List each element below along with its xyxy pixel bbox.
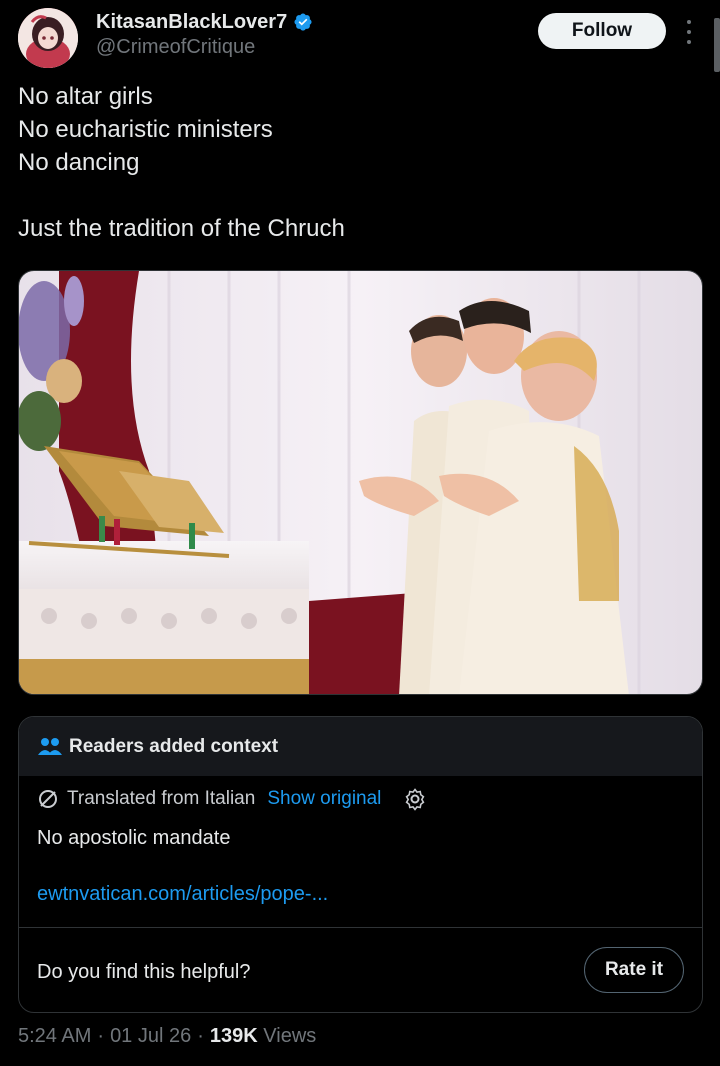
- views-count: 139K: [209, 1025, 258, 1047]
- helpful-question: Do you find this helpful?: [37, 961, 251, 983]
- separator: ·: [97, 1025, 105, 1047]
- author-names: KitasanBlackLover7 @CrimeofCritique: [96, 10, 313, 60]
- photo-illustration: [19, 271, 702, 694]
- scrollbar[interactable]: [714, 18, 720, 72]
- show-original-link[interactable]: Show original: [267, 788, 381, 810]
- translation-row: Translated from Italian Show original: [37, 787, 427, 811]
- translate-icon: [39, 790, 57, 808]
- tweet-time[interactable]: 5:24 AM: [18, 1025, 91, 1048]
- tweet-header: KitasanBlackLover7 @CrimeofCritique Foll…: [18, 6, 708, 70]
- separator: ·: [197, 1025, 204, 1047]
- translated-from-label: Translated from Italian: [67, 788, 256, 809]
- community-note-title: Readers added context: [69, 735, 279, 757]
- follow-button[interactable]: Follow: [538, 13, 666, 49]
- tweet-line: Just the tradition of the Chruch: [18, 215, 345, 242]
- tweet-date[interactable]: 01 Jul 26: [110, 1025, 191, 1048]
- gear-icon[interactable]: [403, 787, 427, 811]
- tweet-text: No altar girls No eucharistic ministers …: [18, 80, 698, 245]
- tweet-photo[interactable]: [18, 270, 703, 695]
- author-handle[interactable]: @CrimeofCritique: [96, 34, 313, 60]
- avatar[interactable]: [18, 8, 78, 68]
- more-vertical-icon[interactable]: [682, 20, 696, 44]
- rate-it-button[interactable]: Rate it: [584, 947, 684, 993]
- tweet-line: No dancing: [18, 149, 140, 176]
- divider: [19, 927, 702, 928]
- tweet-line: No eucharistic ministers: [18, 116, 273, 143]
- community-note-body: No apostolic mandate: [37, 827, 231, 849]
- author-display-name[interactable]: KitasanBlackLover7: [96, 10, 313, 34]
- people-icon: [38, 737, 62, 755]
- verified-badge-icon: [294, 13, 312, 31]
- display-name-text[interactable]: KitasanBlackLover7: [96, 10, 287, 34]
- community-note: Readers added context Translated from It…: [18, 716, 703, 1013]
- tweet-line: [18, 179, 698, 212]
- tweet-meta: 5:24 AM · 01 Jul 26 · 139K Views: [18, 1025, 316, 1048]
- community-note-link[interactable]: ewtnvatican.com/articles/pope-...: [37, 883, 328, 906]
- views-label: Views: [263, 1025, 317, 1047]
- tweet-line: No altar girls: [18, 83, 153, 110]
- community-note-header: Readers added context: [19, 717, 702, 776]
